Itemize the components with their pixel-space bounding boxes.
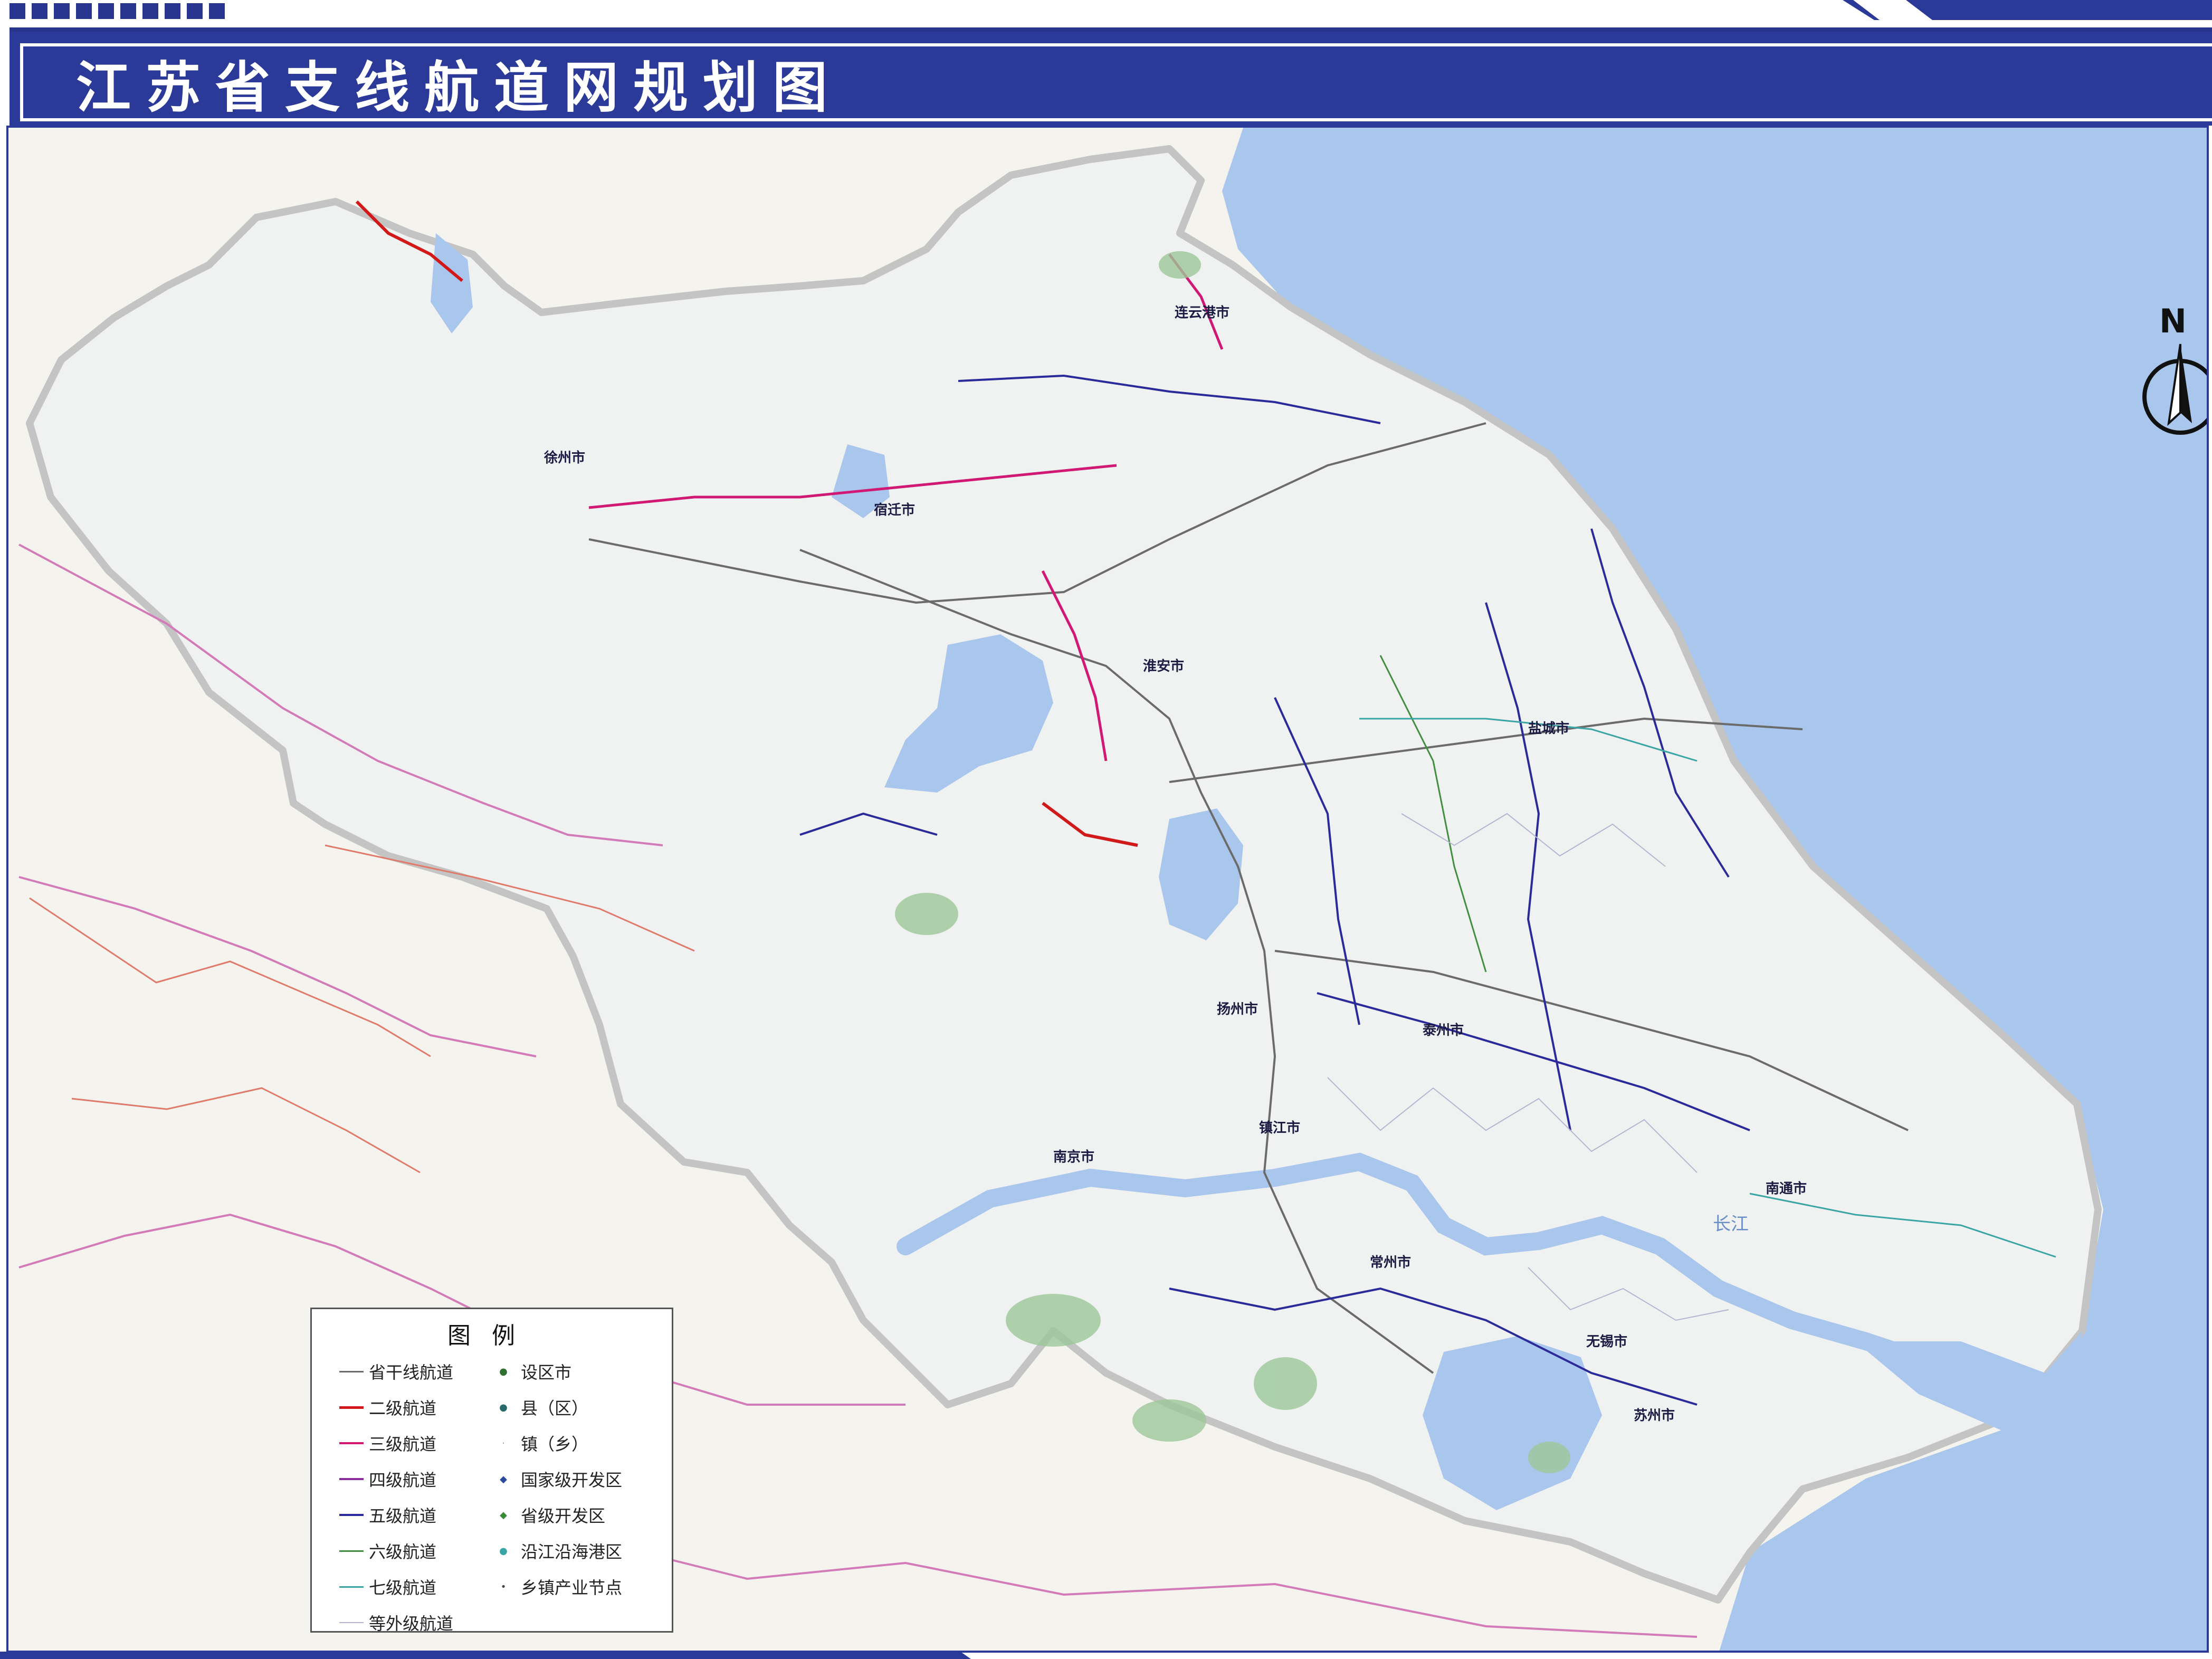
header-stripe: [1843, 0, 2212, 20]
legend-label: 国家级开发区: [521, 1470, 623, 1490]
city-label: 南京市: [1053, 1149, 1095, 1165]
legend-item: ● 设区市: [491, 1353, 622, 1389]
north-arrow-icon: [2142, 344, 2207, 435]
city-label: 苏州市: [1634, 1408, 1675, 1424]
legend: 图例 省干线航道 二级航道 三级航道 四级航道 五级航道 六级航道 七级航道 等…: [310, 1308, 673, 1634]
line-swatch: [339, 1514, 364, 1516]
footer-bar: [0, 1652, 950, 1659]
map-frame[interactable]: 徐州市 连云港市 宿迁市 淮安市 盐城市 扬州市 泰州市 南京市 镇江市 常州市…: [6, 126, 2209, 1653]
legend-item: 二级航道: [339, 1389, 453, 1425]
legend-item: 省干线航道: [339, 1353, 453, 1389]
footer-stripe: [897, 1652, 971, 1659]
legend-label: 三级航道: [369, 1434, 437, 1454]
legend-label: 省级开发区: [521, 1506, 606, 1526]
legend-label: 五级航道: [369, 1506, 437, 1526]
line-swatch: [339, 1586, 364, 1588]
city-label: 徐州市: [544, 450, 586, 466]
city-label: 盐城市: [1528, 721, 1570, 737]
city-label: 南通市: [1766, 1181, 1807, 1197]
title-bar: 江苏省支线航道网规划图: [9, 27, 2212, 126]
legend-item: 六级航道: [339, 1533, 453, 1569]
line-swatch: [339, 1370, 364, 1372]
legend-label: 设区市: [521, 1362, 572, 1382]
line-swatch: [339, 1478, 364, 1480]
legend-item: · 镇（乡）: [491, 1425, 622, 1461]
city-label: 连云港市: [1175, 305, 1230, 321]
line-swatch: [339, 1550, 364, 1552]
legend-item: ◆ 省级开发区: [491, 1497, 622, 1533]
legend-label: 四级航道: [369, 1470, 437, 1490]
legend-item: 七级航道: [339, 1569, 453, 1605]
legend-points: ● 设区市 ● 县（区） · 镇（乡） ◆ 国家级开发区 ◆ 省级开发区 ● 沿…: [491, 1353, 622, 1605]
yangtze-label: 长江: [1713, 1214, 1749, 1235]
county-dot-icon: ●: [499, 1401, 508, 1413]
city-dot-icon: ●: [499, 1366, 508, 1377]
legend-item: 等外级航道: [339, 1605, 453, 1641]
legend-label: 省干线航道: [369, 1362, 454, 1382]
legend-item: ● 沿江沿海港区: [491, 1533, 622, 1569]
legend-label: 六级航道: [369, 1542, 437, 1562]
legend-label: 镇（乡）: [521, 1434, 589, 1454]
header-decoration: [9, 3, 225, 19]
legend-item: 五级航道: [339, 1497, 453, 1533]
port-area-icon: ●: [499, 1545, 508, 1557]
city-label: 淮安市: [1143, 659, 1185, 674]
legend-item: 四级航道: [339, 1461, 453, 1497]
city-label: 泰州市: [1423, 1023, 1464, 1038]
legend-label: 二级航道: [369, 1398, 437, 1418]
city-label: 宿迁市: [874, 502, 916, 518]
town-dot-icon: ·: [502, 1437, 505, 1449]
provincial-zone-icon: ◆: [500, 1509, 507, 1521]
legend-item: • 乡镇产业节点: [491, 1569, 622, 1605]
line-swatch: [339, 1406, 364, 1409]
legend-item: ◆ 国家级开发区: [491, 1461, 622, 1497]
legend-title: 图例: [447, 1322, 536, 1349]
city-label: 镇江市: [1259, 1120, 1301, 1136]
legend-label: 沿江沿海港区: [521, 1542, 623, 1562]
page-title: 江苏省支线航道网规划图: [76, 55, 843, 120]
legend-item: 三级航道: [339, 1425, 453, 1461]
line-swatch: [339, 1442, 364, 1444]
industry-node-icon: •: [500, 1581, 507, 1593]
city-label: 扬州市: [1217, 1002, 1258, 1017]
national-zone-icon: ◆: [500, 1473, 507, 1485]
legend-lines: 省干线航道 二级航道 三级航道 四级航道 五级航道 六级航道 七级航道 等外级航…: [339, 1353, 453, 1641]
legend-label: 县（区）: [521, 1398, 589, 1418]
line-swatch: [339, 1622, 364, 1623]
legend-label: 乡镇产业节点: [521, 1578, 623, 1598]
north-arrow: N: [2133, 302, 2207, 471]
legend-item: ● 县（区）: [491, 1389, 622, 1425]
legend-label: 等外级航道: [369, 1614, 454, 1634]
city-label: 无锡市: [1586, 1334, 1628, 1350]
legend-label: 七级航道: [369, 1578, 437, 1598]
city-label: 常州市: [1370, 1255, 1412, 1271]
